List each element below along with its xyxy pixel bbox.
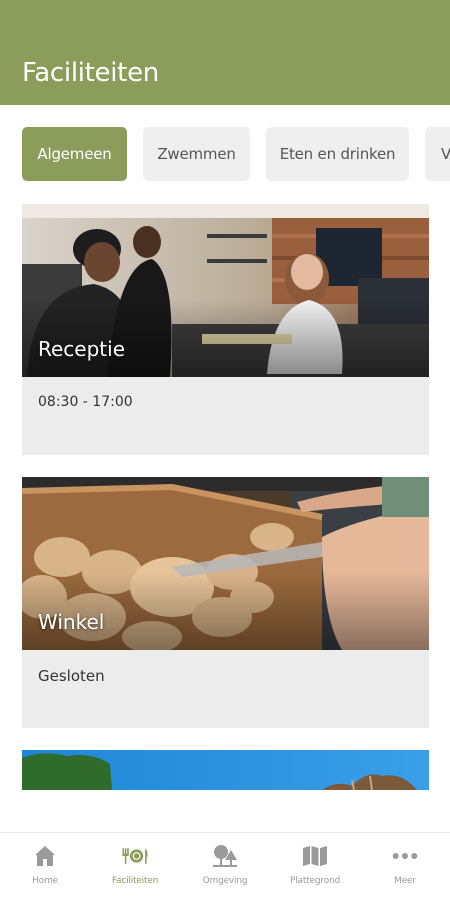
- facility-card-partial[interactable]: [22, 750, 429, 790]
- card-title: Receptie: [38, 337, 126, 361]
- card-title: Winkel: [38, 610, 105, 634]
- nav-plattegrond[interactable]: Plattegrond: [270, 833, 360, 900]
- nav-label: Meer: [394, 876, 416, 886]
- facility-card-receptie[interactable]: Receptie 08:30 - 17:00: [22, 204, 429, 455]
- nav-label: Omgeving: [202, 876, 248, 886]
- nav-meer[interactable]: Meer: [360, 833, 450, 900]
- nav-label: Home: [32, 876, 58, 886]
- nav-home[interactable]: Home: [0, 833, 90, 900]
- facility-card-winkel[interactable]: Winkel Gesloten: [22, 477, 429, 728]
- category-tabs: Algemeen Zwemmen Eten en drinken V: [0, 105, 450, 201]
- nav-label: Faciliteiten: [111, 876, 159, 886]
- page-title: Faciliteiten: [22, 58, 159, 88]
- pool-photo: [22, 750, 429, 790]
- tab-algemeen[interactable]: Algemeen: [22, 127, 127, 181]
- nav-omgeving[interactable]: Omgeving: [180, 833, 270, 900]
- tab-eten-en-drinken[interactable]: Eten en drinken: [266, 127, 409, 181]
- status-text: Gesloten: [38, 667, 105, 685]
- bottom-navigation: Home Faciliteiten Omgeving Plattegrond M…: [0, 832, 450, 900]
- home-icon: [31, 843, 59, 869]
- nav-faciliteiten[interactable]: Faciliteiten: [90, 833, 180, 900]
- trees-icon: [211, 843, 239, 869]
- map-icon: [301, 843, 329, 869]
- tab-zwemmen[interactable]: Zwemmen: [143, 127, 250, 181]
- app-header: Faciliteiten: [0, 0, 450, 105]
- nav-label: Plattegrond: [290, 876, 340, 886]
- more-icon: [391, 843, 419, 869]
- tab-next[interactable]: V: [425, 127, 450, 181]
- cutlery-icon: [121, 843, 149, 869]
- opening-hours: 08:30 - 17:00: [38, 394, 133, 410]
